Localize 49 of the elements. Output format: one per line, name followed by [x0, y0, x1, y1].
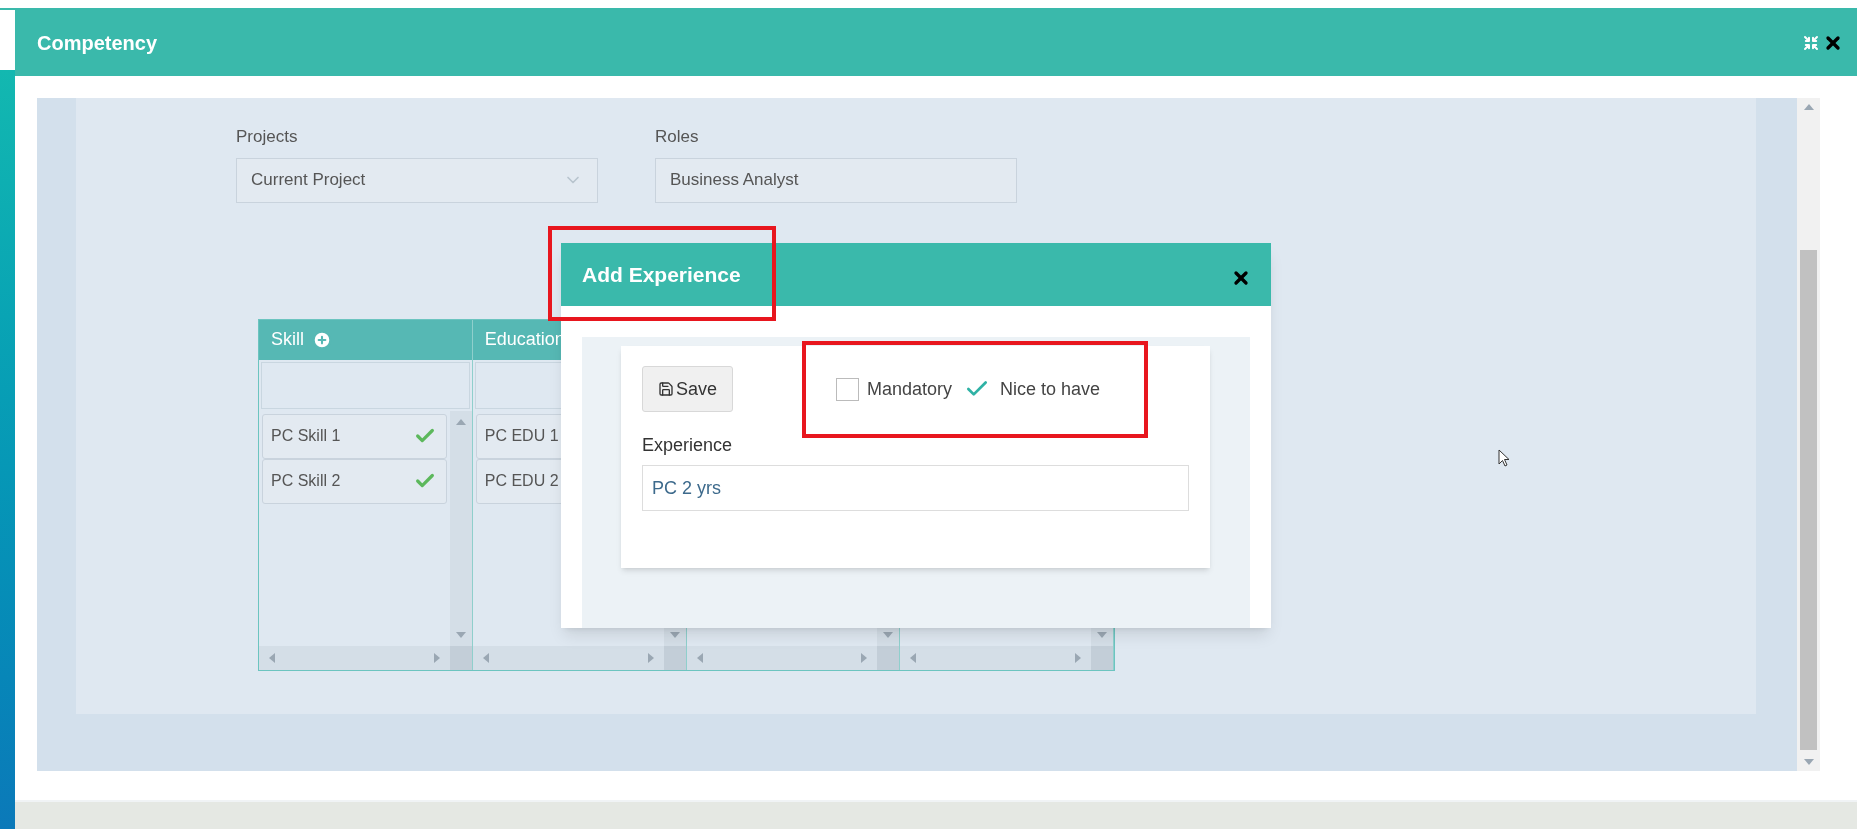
scroll-down-icon[interactable] — [455, 631, 466, 638]
scrollbar-corner — [877, 645, 900, 670]
input-field[interactable]: Business Analyst — [655, 157, 1017, 203]
horizontal-scrollbar[interactable] — [900, 645, 1091, 670]
input-field[interactable]: PC 2 yrs — [642, 465, 1189, 511]
horizontal-scrollbar[interactable] — [259, 645, 450, 670]
scroll-right-icon[interactable] — [861, 652, 868, 663]
vertical-scrollbar[interactable] — [1797, 98, 1820, 771]
vertical-scrollbar[interactable] — [449, 410, 472, 646]
horizontal-scrollbar[interactable] — [686, 645, 878, 670]
scroll-right-icon[interactable] — [647, 652, 654, 663]
scroll-left-icon[interactable] — [696, 652, 703, 663]
close-icon[interactable] — [1823, 33, 1843, 53]
scroll-right-icon[interactable] — [1075, 652, 1081, 663]
scroll-down-icon[interactable] — [883, 631, 894, 638]
option-label: Nice to have — [1000, 377, 1101, 401]
field-label: Experience — [642, 434, 734, 457]
item-label: PC Skill 1 — [271, 426, 341, 446]
filter-field[interactable] — [261, 361, 470, 409]
item-label: PC EDU 2 — [484, 471, 559, 491]
window-title: Competency — [37, 31, 158, 56]
item-label: PC Skill 2 — [271, 471, 341, 491]
scroll-down-icon[interactable] — [1803, 759, 1814, 765]
scroll-left-icon[interactable] — [269, 652, 275, 663]
scroll-down-icon[interactable] — [1097, 631, 1107, 638]
scroll-thumb[interactable] — [1800, 249, 1817, 750]
dialog-title: Add Experience — [582, 261, 741, 288]
scroll-down-icon[interactable] — [669, 631, 680, 638]
save-button[interactable]: Save — [642, 366, 734, 412]
add-icon[interactable] — [312, 329, 332, 350]
scroll-up-icon[interactable] — [1803, 104, 1814, 110]
option-label: Mandatory — [867, 377, 953, 401]
cursor-icon — [1498, 449, 1510, 468]
list-item[interactable]: PC Skill 1 — [262, 413, 447, 459]
scroll-right-icon[interactable] — [433, 652, 440, 663]
scrollbar-corner — [1091, 645, 1113, 670]
collapse-icon[interactable] — [1803, 35, 1819, 51]
field-label: Projects — [236, 126, 299, 148]
save-icon — [658, 381, 674, 397]
field-label: Roles — [655, 126, 700, 148]
list-item[interactable]: PC Skill 2 — [262, 458, 447, 504]
scroll-left-icon[interactable] — [482, 652, 489, 663]
horizontal-scrollbar[interactable] — [472, 645, 664, 670]
item-label: PC EDU 1 — [484, 426, 559, 446]
select-field[interactable]: Current Project — [236, 157, 598, 203]
scroll-left-icon[interactable] — [910, 652, 917, 663]
column-title: Skill — [271, 328, 304, 351]
checkbox[interactable] — [836, 377, 860, 401]
scroll-up-icon[interactable] — [455, 418, 466, 425]
